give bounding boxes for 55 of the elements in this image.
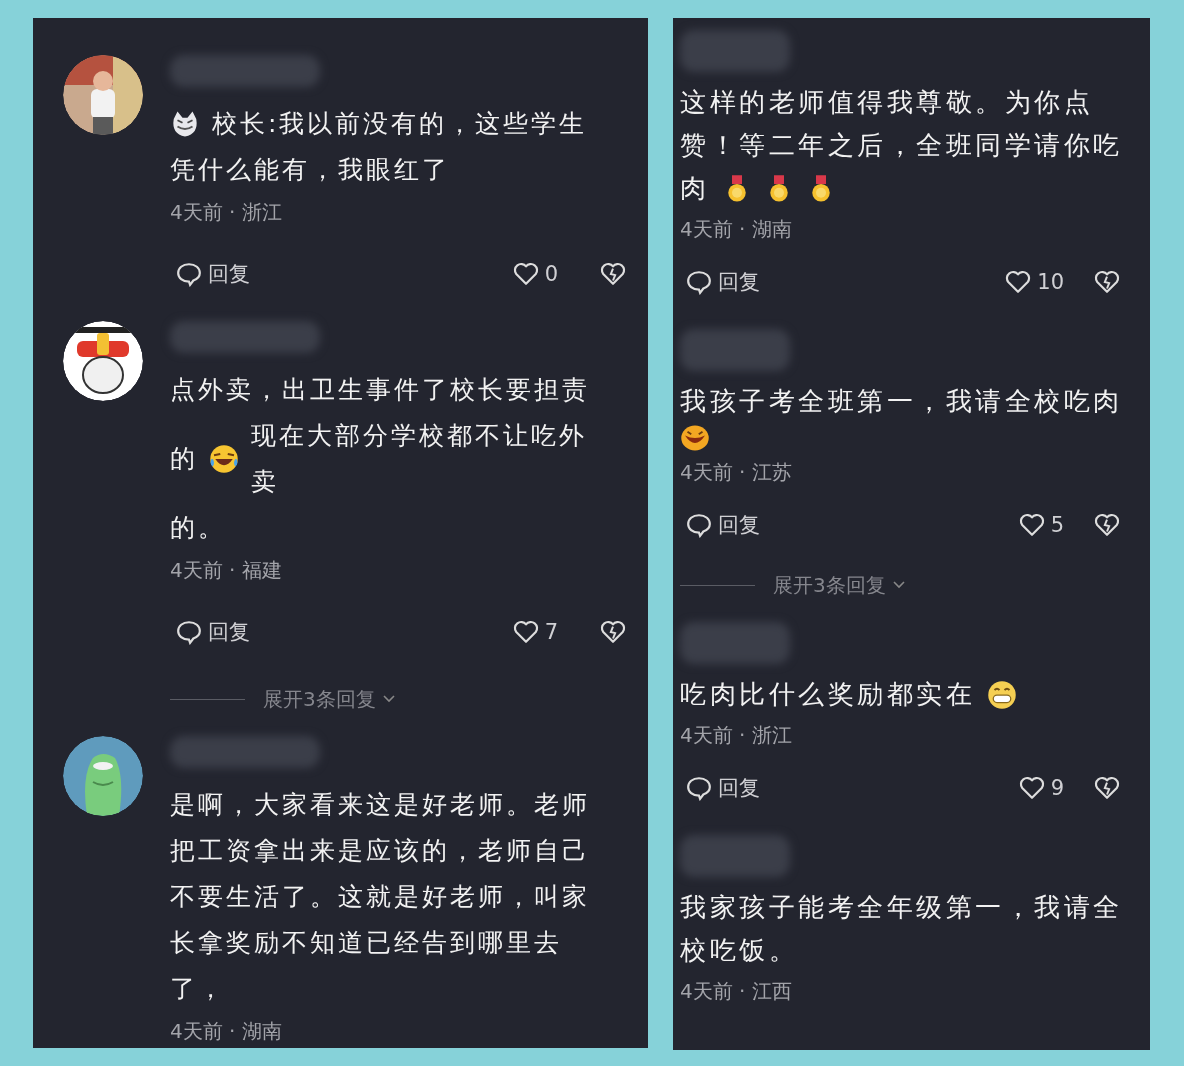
heart-icon [1018, 513, 1045, 537]
comment-text: 点外卖，出卫生事件了校长要担责 [170, 374, 590, 406]
comment-icon [176, 619, 202, 645]
expand-replies-link[interactable]: 展开3条回复 [773, 571, 906, 599]
comment-text: 凭什么能有，我眼红了 [170, 154, 450, 186]
comment-text: 是啊，大家看来这是好老师。老师把工资拿出来是应该的，老师自己不要生活了。这就是好老师，叫家长拿奖励不知道已经告到哪里去了， [170, 789, 591, 1005]
chevron-down-icon [891, 580, 906, 590]
avatar[interactable] [63, 736, 143, 816]
broken-heart-icon[interactable] [600, 620, 626, 644]
comment-text: 肉 [680, 172, 710, 205]
comment-time-location: 4天前 · 福建 [170, 557, 283, 584]
comment-text: 校长:我以前没有的，这些学生 [212, 108, 588, 140]
broken-heart-icon[interactable] [1094, 270, 1120, 294]
comment-time-location: 4天前 · 浙江 [680, 722, 793, 749]
cat-face-icon [170, 109, 200, 139]
broken-heart-icon[interactable] [1094, 513, 1120, 537]
heart-icon [1018, 776, 1045, 800]
like-button[interactable]: 7 [512, 620, 558, 644]
like-button[interactable]: 10 [1005, 270, 1064, 294]
comment-text: 吃肉比什么奖励都实在 [680, 678, 975, 711]
heart-icon [1005, 270, 1032, 294]
comment-icon [686, 512, 712, 538]
expand-replies-link[interactable]: 展开3条回复 [263, 685, 396, 713]
chevron-down-icon [381, 694, 396, 704]
comment-text: 的 [170, 443, 198, 475]
comment-text: 我家孩子能考全年级第一，我请全校吃饭。 [680, 891, 1124, 967]
heart-icon [512, 262, 539, 286]
comment-time-location: 4天前 · 江苏 [680, 459, 793, 486]
comment-icon [686, 269, 712, 295]
broken-heart-icon[interactable] [1094, 776, 1120, 800]
grimacing-face-icon [987, 679, 1017, 710]
comment-time-location: 4天前 · 江西 [680, 978, 793, 1005]
avatar[interactable] [63, 55, 143, 135]
reply-button[interactable]: 回复 [686, 511, 760, 539]
comment-icon [686, 775, 712, 801]
reply-button[interactable]: 回复 [686, 268, 760, 296]
like-button[interactable]: 9 [1018, 776, 1064, 800]
comment-text: 现在大部分学校都不让吃外卖 [251, 420, 589, 498]
broken-heart-icon[interactable] [600, 262, 626, 286]
comment-time-location: 4天前 · 湖南 [680, 216, 793, 243]
avatar[interactable] [63, 321, 143, 401]
like-button[interactable]: 5 [1018, 513, 1064, 537]
laughing-face-icon [209, 444, 240, 474]
comment-text: 这样的老师值得我尊敬。为你点赞！等二年之后，全班同学请你吃 [680, 86, 1124, 162]
comment-icon [176, 261, 202, 287]
reply-button[interactable]: 回复 [176, 260, 250, 288]
grinning-face-icon [680, 423, 710, 453]
reply-button[interactable]: 回复 [176, 618, 250, 646]
like-button[interactable]: 0 [512, 262, 558, 286]
reply-button[interactable]: 回复 [686, 774, 760, 802]
comment-time-location: 4天前 · 湖南 [170, 1018, 283, 1045]
comment-text: 的。 [170, 512, 226, 544]
comment-text: 我孩子考全班第一，我请全校吃肉 [680, 385, 1123, 418]
comment-time-location: 4天前 · 浙江 [170, 199, 283, 226]
heart-icon [512, 620, 539, 644]
